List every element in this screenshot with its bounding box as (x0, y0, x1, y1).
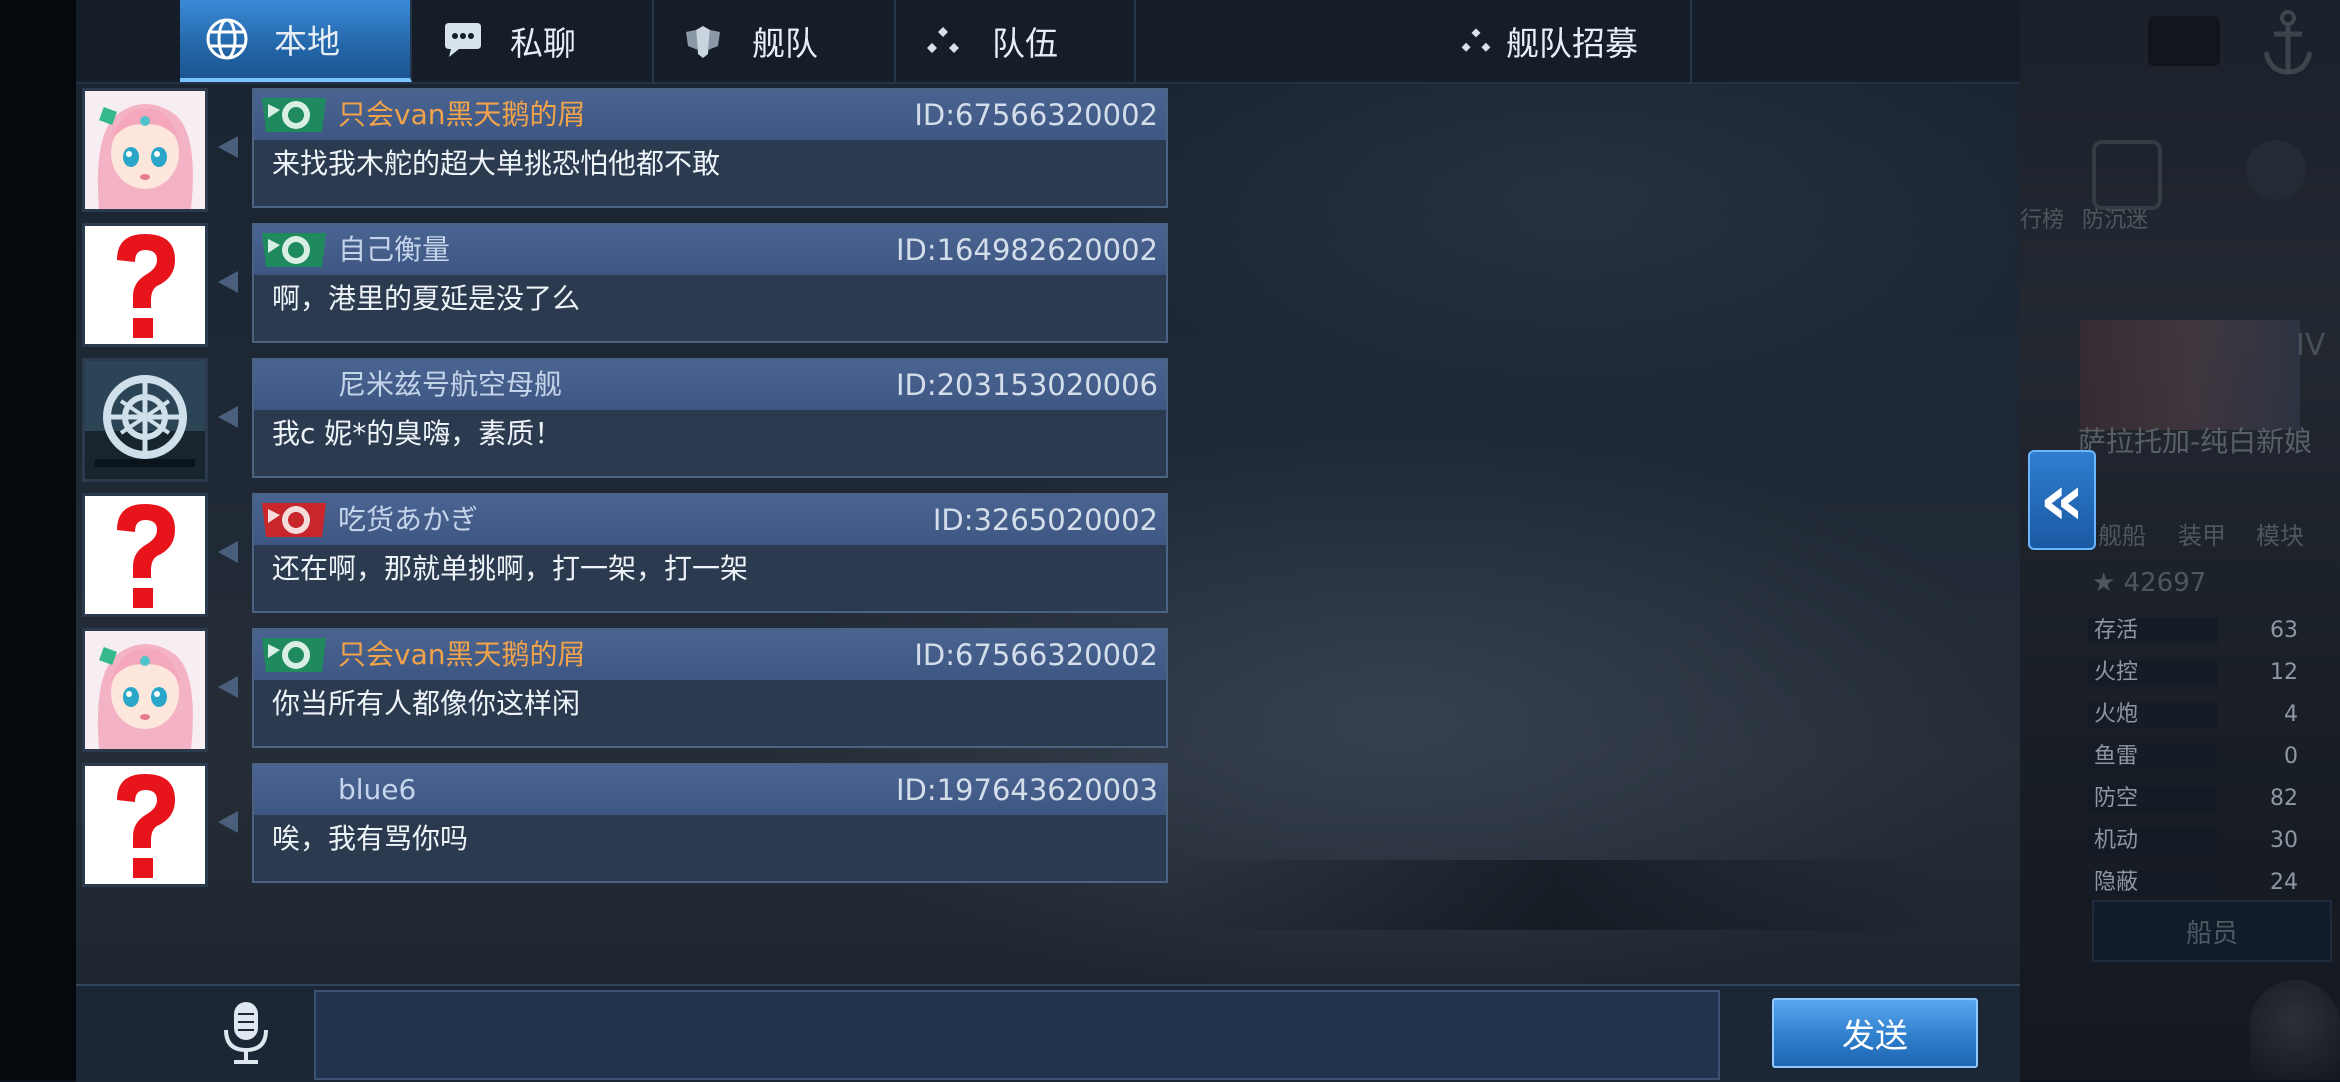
tab-team[interactable]: 队伍 (896, 0, 1136, 82)
globe-icon (202, 14, 252, 64)
send-button[interactable]: 发送 (1772, 998, 1978, 1068)
team-dots-icon (1456, 16, 1496, 66)
green-fleet-badge-icon (260, 92, 328, 138)
chat-channel-tabs: 本地 私聊 舰队 队伍 舰队招募 (76, 0, 2020, 84)
bubble-pointer (218, 676, 238, 698)
message-bubble: 尼米兹号航空母舰 ID:203153020006 我c 妮*的臭嗨，素质！ (252, 358, 1168, 478)
message-bubble: 吃货あかぎ ID:3265020002 还在啊，那就单挑啊，打一架，打一架 (252, 493, 1168, 613)
bubble-pointer (218, 811, 238, 833)
chat-bubble-icon (438, 16, 488, 66)
message-header: 吃货あかぎ ID:3265020002 (254, 495, 1166, 545)
sender-id: ID:67566320002 (914, 98, 1158, 132)
microphone-icon[interactable] (216, 998, 276, 1068)
double-chevron-left-icon: « (2039, 459, 2085, 541)
tab-label: 队伍 (992, 24, 1058, 63)
bubble-pointer (218, 271, 238, 293)
message-bubble: 只会van黑天鹅的屑 ID:67566320002 你当所有人都像你这样闲 (252, 628, 1168, 748)
chat-message: 尼米兹号航空母舰 ID:203153020006 我c 妮*的臭嗨，素质！ (82, 358, 1168, 482)
message-text: 你当所有人都像你这样闲 (272, 687, 581, 720)
sender-name[interactable]: 吃货あかぎ (338, 501, 478, 539)
chat-message: 只会van黑天鹅的屑 ID:67566320002 你当所有人都像你这样闲 (82, 628, 1168, 752)
tab-fleet-recruit[interactable]: 舰队招募 (1136, 0, 1692, 82)
message-bubble: blue6 ID:197643620003 唉，我有骂你吗 (252, 763, 1168, 883)
sender-id: ID:197643620003 (895, 773, 1158, 807)
pink-hair-girl-avatar[interactable] (82, 628, 208, 752)
team-dots-icon (918, 16, 968, 66)
stat-row: 防空 82 (2088, 784, 2298, 814)
message-text: 啊，港里的夏延是没了么 (272, 282, 581, 315)
collapse-chat-button[interactable]: « (2028, 450, 2096, 550)
sender-name[interactable]: 只会van黑天鹅的屑 (338, 636, 585, 674)
sender-name[interactable]: blue6 (338, 771, 416, 809)
sender-name[interactable]: 只会van黑天鹅的屑 (338, 96, 585, 134)
tab-fleet[interactable]: 舰队 (656, 0, 896, 82)
tab-local[interactable]: 本地 (180, 0, 412, 82)
left-edge-strip (0, 0, 76, 1080)
bubble-pointer (218, 136, 238, 158)
chat-message: 只会van黑天鹅的屑 ID:67566320002 来找我木舵的超大单挑恐怕他都… (82, 88, 1168, 212)
sender-name[interactable]: 尼米兹号航空母舰 (338, 366, 562, 404)
sender-name[interactable]: 自己衡量 (338, 231, 450, 269)
unknown-question-avatar[interactable] (82, 223, 208, 347)
pink-hair-girl-avatar[interactable] (82, 88, 208, 212)
sender-id: ID:164982620002 (895, 233, 1158, 267)
stat-row: 机动 30 (2088, 826, 2298, 856)
message-header: 自己衡量 ID:164982620002 (254, 225, 1166, 275)
sender-id: ID:203153020006 (895, 368, 1158, 402)
tab-label: 私聊 (510, 24, 576, 63)
sender-id: ID:67566320002 (914, 638, 1158, 672)
sender-id: ID:3265020002 (932, 503, 1158, 537)
stat-row: 隐蔽 24 (2088, 868, 2298, 898)
message-bubble: 只会van黑天鹅的屑 ID:67566320002 来找我木舵的超大单挑恐怕他都… (252, 88, 1168, 208)
message-text: 来找我木舵的超大单挑恐怕他都不敢 (272, 147, 721, 180)
message-header: blue6 ID:197643620003 (254, 765, 1166, 815)
message-bubble: 自己衡量 ID:164982620002 啊，港里的夏延是没了么 (252, 223, 1168, 343)
message-text: 唉，我有骂你吗 (272, 822, 469, 855)
stat-row: 火炮 4 (2088, 700, 2298, 730)
message-header: 只会van黑天鹅的屑 ID:67566320002 (254, 90, 1166, 140)
fleet-emblem-icon (678, 16, 728, 66)
green-fleet-badge-icon (260, 227, 328, 273)
tab-label: 舰队 (752, 24, 818, 63)
green-fleet-badge-icon (260, 632, 328, 678)
carrier-crosshair-avatar[interactable] (82, 358, 208, 482)
tab-label: 舰队招募 (1506, 24, 1638, 63)
message-text: 还在啊，那就单挑啊，打一架，打一架 (272, 552, 749, 585)
tab-label: 本地 (274, 22, 340, 61)
chat-input-bar: 发送 (76, 984, 2020, 1082)
stat-row: 火控 12 (2088, 658, 2298, 688)
message-header: 只会van黑天鹅的屑 ID:67566320002 (254, 630, 1166, 680)
stat-row: 鱼雷 0 (2088, 742, 2298, 772)
chat-message: 吃货あかぎ ID:3265020002 还在啊，那就单挑啊，打一架，打一架 (82, 493, 1168, 617)
send-button-label: 发送 (1842, 1016, 1908, 1055)
chat-message: 自己衡量 ID:164982620002 啊，港里的夏延是没了么 (82, 223, 1168, 347)
chat-message-input[interactable] (314, 990, 1720, 1080)
chat-message: blue6 ID:197643620003 唉，我有骂你吗 (82, 763, 1168, 887)
bubble-pointer (218, 406, 238, 428)
tab-private-chat[interactable]: 私聊 (414, 0, 654, 82)
red-fleet-badge-icon (260, 497, 328, 543)
message-header: 尼米兹号航空母舰 ID:203153020006 (254, 360, 1166, 410)
message-text: 我c 妮*的臭嗨，素质！ (272, 417, 563, 450)
unknown-question-avatar[interactable] (82, 493, 208, 617)
bubble-pointer (218, 541, 238, 563)
stat-row: 存活 63 (2088, 616, 2298, 646)
unknown-question-avatar[interactable] (82, 763, 208, 887)
